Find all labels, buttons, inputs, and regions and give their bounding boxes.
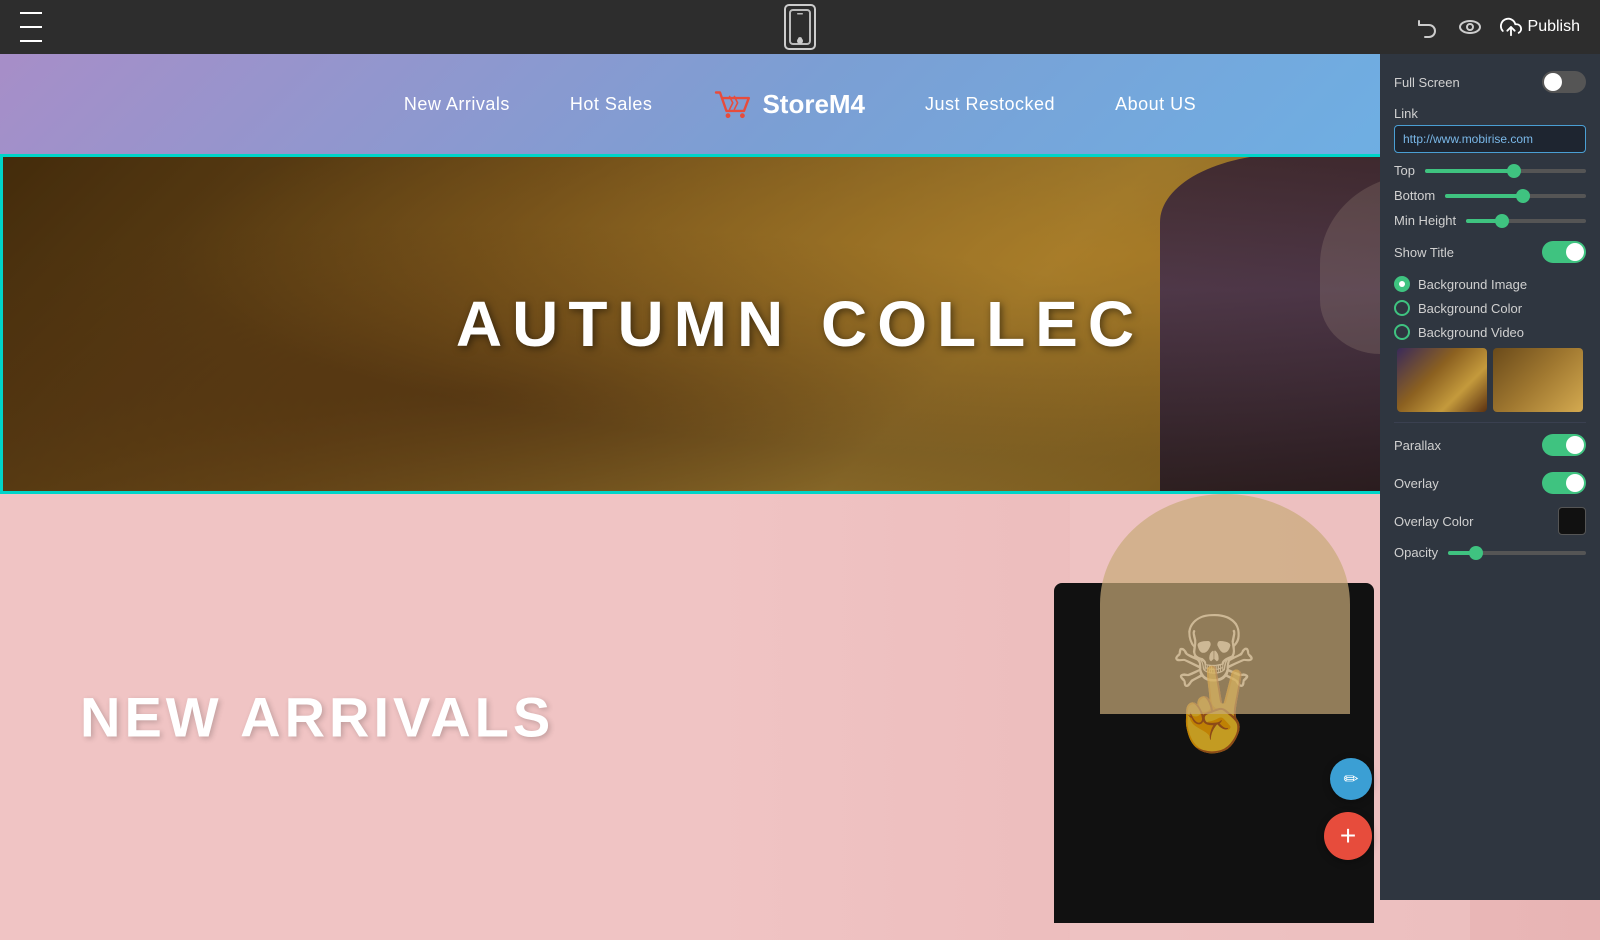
- fullscreen-row: Full Screen: [1394, 68, 1586, 96]
- link-input[interactable]: [1394, 125, 1586, 153]
- bg-image-row[interactable]: Background Image: [1394, 276, 1586, 292]
- toolbar-center: [784, 4, 816, 50]
- show-title-row: Show Title: [1394, 238, 1586, 266]
- overlay-color-label: Overlay Color: [1394, 514, 1473, 529]
- hair-shape: [1100, 494, 1350, 714]
- nav-link-hot-sales[interactable]: Hot Sales: [570, 94, 653, 115]
- link-label-row: Link: [1394, 106, 1586, 121]
- nav-link-about-us[interactable]: About US: [1115, 94, 1196, 115]
- show-title-label: Show Title: [1394, 245, 1454, 260]
- parallax-label: Parallax: [1394, 438, 1441, 453]
- overlay-color-row: Overlay Color: [1394, 507, 1586, 535]
- toolbar-left: [20, 8, 42, 46]
- cart-icon: [712, 87, 752, 122]
- publish-label: Publish: [1528, 18, 1580, 36]
- parallax-row: Parallax: [1394, 431, 1586, 459]
- opacity-label: Opacity: [1394, 545, 1438, 560]
- new-arrivals-title: NEW ARRIVALS: [80, 685, 554, 750]
- show-title-toggle[interactable]: [1542, 241, 1586, 263]
- parallax-knob: [1566, 436, 1584, 454]
- hamburger-menu[interactable]: [20, 8, 42, 46]
- fullscreen-knob: [1544, 73, 1562, 91]
- parallax-toggle[interactable]: [1542, 434, 1586, 456]
- eye-icon: [1458, 15, 1482, 39]
- show-title-knob: [1566, 243, 1584, 261]
- bg-video-row[interactable]: Background Video: [1394, 324, 1586, 340]
- bg-image-thumbnail[interactable]: [1397, 348, 1487, 412]
- fullscreen-label: Full Screen: [1394, 75, 1460, 90]
- overlay-knob: [1566, 474, 1584, 492]
- nav-logo: StoreM4: [712, 87, 865, 122]
- min-height-slider-row: Min Height: [1394, 213, 1586, 228]
- publish-button[interactable]: Publish: [1500, 16, 1580, 38]
- opacity-slider-thumb[interactable]: [1469, 546, 1483, 560]
- hamburger-line-1: [20, 12, 42, 14]
- bottom-slider-thumb[interactable]: [1516, 189, 1530, 203]
- new-arrivals-section: ☠ ✌ NEW ARRIVALS: [0, 494, 1600, 940]
- bottom-label: Bottom: [1394, 188, 1435, 203]
- nav-link-just-restocked[interactable]: Just Restocked: [925, 94, 1055, 115]
- top-label: Top: [1394, 163, 1415, 178]
- link-label: Link: [1394, 106, 1418, 121]
- bottom-slider-row: Bottom: [1394, 188, 1586, 203]
- toolbar: Publish: [0, 0, 1600, 54]
- bottom-slider-fill: [1445, 194, 1522, 198]
- bg-image-thumbnail-2[interactable]: [1493, 348, 1583, 412]
- min-height-slider-thumb[interactable]: [1495, 214, 1509, 228]
- top-slider-thumb[interactable]: [1507, 164, 1521, 178]
- upload-cloud-icon: [1500, 16, 1522, 38]
- top-slider-track[interactable]: [1425, 169, 1586, 173]
- hamburger-line-2: [20, 26, 42, 28]
- overlay-row: Overlay: [1394, 469, 1586, 497]
- bottom-slider-track[interactable]: [1445, 194, 1586, 198]
- min-height-label: Min Height: [1394, 213, 1456, 228]
- undo-icon: [1416, 15, 1440, 39]
- opacity-slider-row: Opacity: [1394, 545, 1586, 560]
- bg-video-radio[interactable]: [1394, 324, 1410, 340]
- settings-panel: Full Screen Link Top Bottom Min Height: [1380, 54, 1600, 900]
- bg-image-label: Background Image: [1418, 277, 1527, 292]
- navbar: New Arrivals Hot Sales StoreM4 Just Rest…: [0, 54, 1600, 154]
- preview-button[interactable]: [1458, 15, 1482, 39]
- hamburger-line-3: [20, 40, 42, 42]
- phone-svg: [789, 9, 811, 45]
- bg-color-row[interactable]: Background Color: [1394, 300, 1586, 316]
- overlay-label: Overlay: [1394, 476, 1439, 491]
- toolbar-right: Publish: [1416, 15, 1580, 39]
- min-height-slider-track[interactable]: [1466, 219, 1586, 223]
- nav-link-new-arrivals[interactable]: New Arrivals: [404, 94, 510, 115]
- opacity-slider-track[interactable]: [1448, 551, 1586, 555]
- mobile-preview-icon[interactable]: [784, 4, 816, 50]
- bg-color-label: Background Color: [1418, 301, 1522, 316]
- bg-image-radio-dot: [1399, 281, 1405, 287]
- bg-video-label: Background Video: [1418, 325, 1524, 340]
- edit-fab-button[interactable]: ✏: [1330, 758, 1372, 800]
- add-fab-button[interactable]: +: [1324, 812, 1372, 860]
- add-icon: +: [1340, 820, 1356, 852]
- logo-text: StoreM4: [762, 89, 865, 120]
- hero-section: AUTUMN COLLEC: [0, 154, 1600, 494]
- hero-title: AUTUMN COLLEC: [456, 287, 1144, 361]
- fullscreen-toggle[interactable]: [1542, 71, 1586, 93]
- bg-color-radio[interactable]: [1394, 300, 1410, 316]
- divider-1: [1394, 422, 1586, 423]
- overlay-toggle[interactable]: [1542, 472, 1586, 494]
- top-slider-row: Top: [1394, 163, 1586, 178]
- top-slider-fill: [1425, 169, 1514, 173]
- edit-icon: ✏: [1343, 769, 1358, 790]
- overlay-color-swatch[interactable]: [1558, 507, 1586, 535]
- undo-button[interactable]: [1416, 15, 1440, 39]
- thumbnail-row: [1394, 348, 1586, 412]
- bg-image-radio[interactable]: [1394, 276, 1410, 292]
